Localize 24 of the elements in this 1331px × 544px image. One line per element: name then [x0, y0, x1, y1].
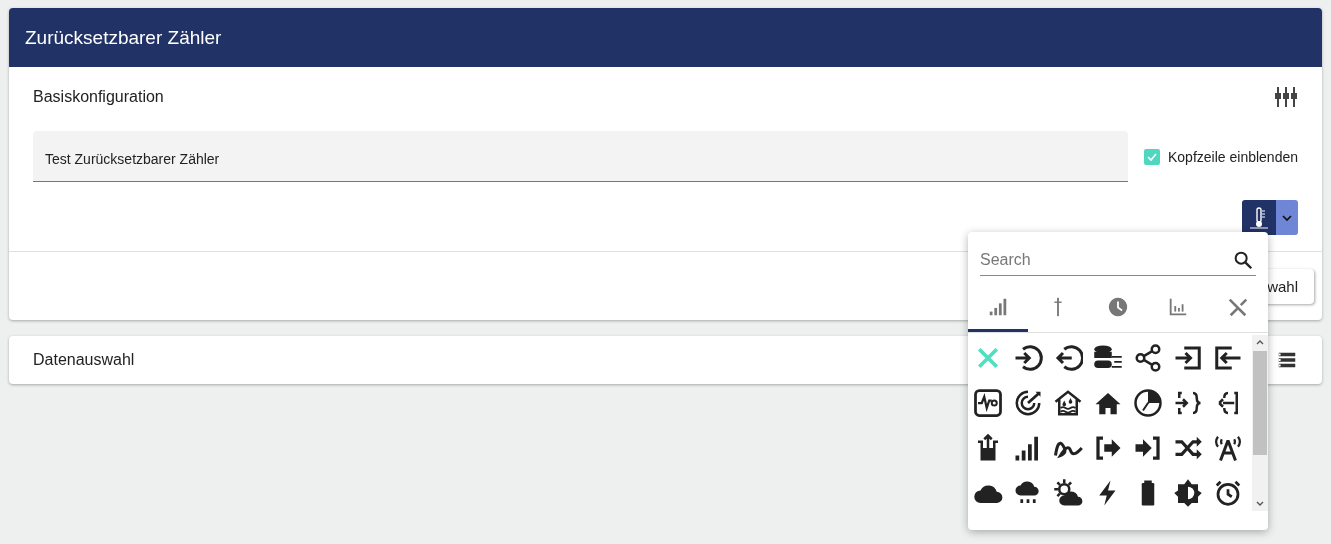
clock-icon	[1107, 295, 1129, 318]
share-icon	[1133, 342, 1163, 373]
scrollbar[interactable]	[1252, 335, 1268, 511]
section-title: Datenauswahl	[33, 351, 135, 369]
partial-button[interactable]: wahl	[1265, 268, 1314, 304]
checkbox-label: Kopfzeile einblenden	[1168, 148, 1298, 165]
mixer-icon	[1274, 85, 1298, 109]
scrollbar-thumb[interactable]	[1253, 351, 1267, 455]
gauge-icon	[1133, 387, 1163, 418]
thermometer-icon	[1247, 205, 1271, 230]
scroll-down-icon[interactable]	[1256, 501, 1264, 507]
pulse-icon	[973, 387, 1003, 418]
login-icon	[1013, 342, 1043, 373]
section-title: Basiskonfiguration	[33, 88, 164, 106]
name-field[interactable]: Test Zurücksetzbarer Zähler	[33, 131, 1128, 182]
icon-dropdown-button[interactable]	[1242, 200, 1298, 235]
window-title: Zurücksetzbarer Zähler	[25, 26, 222, 49]
search-field[interactable]: Search	[980, 244, 1256, 276]
scroll-up-icon[interactable]	[1256, 339, 1264, 345]
checkbox[interactable]	[1144, 148, 1160, 165]
brightness-icon	[1173, 477, 1203, 508]
logout-icon	[1053, 342, 1083, 373]
search-icon	[1232, 249, 1254, 271]
partly-cloudy-icon	[1053, 477, 1083, 508]
